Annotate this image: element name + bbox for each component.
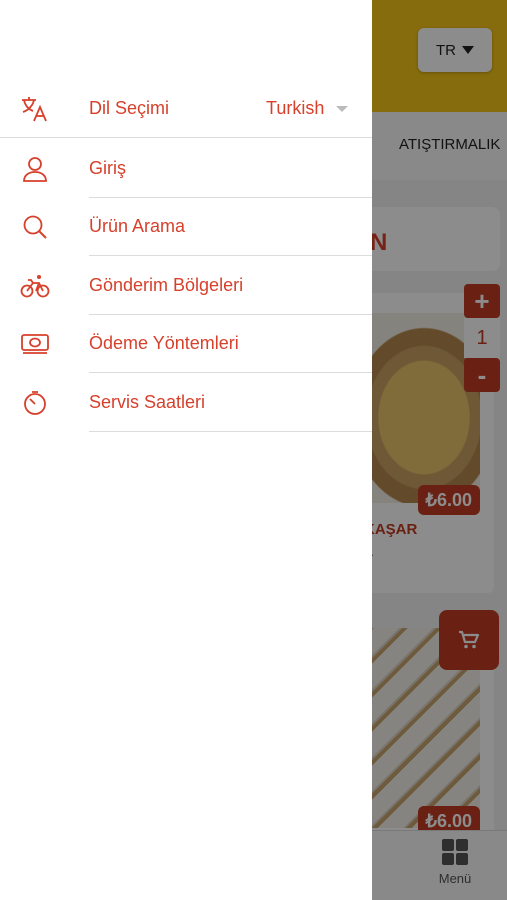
search-icon [18, 212, 52, 242]
menu-item-product-search[interactable]: Ürün Arama [0, 198, 372, 256]
side-drawer: Dil Seçimi Turkish Giriş Ürün Arama Gönd… [0, 0, 372, 900]
user-icon [18, 154, 52, 184]
menu-item-label: Servis Saatleri [89, 392, 206, 412]
translate-icon [18, 94, 52, 124]
menu-item-label: Giriş [89, 158, 126, 178]
menu-item-delivery-areas[interactable]: Gönderim Bölgeleri [0, 257, 372, 315]
chevron-down-icon [336, 106, 348, 112]
menu-item-login[interactable]: Giriş [0, 140, 372, 198]
menu-item-payment-methods[interactable]: Ödeme Yöntemleri [0, 315, 372, 373]
bicycle-icon [18, 271, 52, 301]
menu-item-label: Gönderim Bölgeleri [89, 275, 244, 295]
language-value: Turkish [266, 98, 325, 118]
menu-item-label: Ödeme Yöntemleri [89, 333, 239, 353]
divider [89, 255, 372, 256]
divider [0, 137, 372, 138]
menu-item-label: Ürün Arama [89, 216, 186, 236]
menu-item-service-hours[interactable]: Servis Saatleri [0, 374, 372, 432]
divider [89, 431, 372, 432]
language-selector[interactable]: Dil Seçimi Turkish [0, 80, 372, 138]
language-label: Dil Seçimi [89, 98, 170, 118]
money-icon [18, 329, 52, 359]
divider [89, 372, 372, 373]
timer-icon [18, 388, 52, 418]
